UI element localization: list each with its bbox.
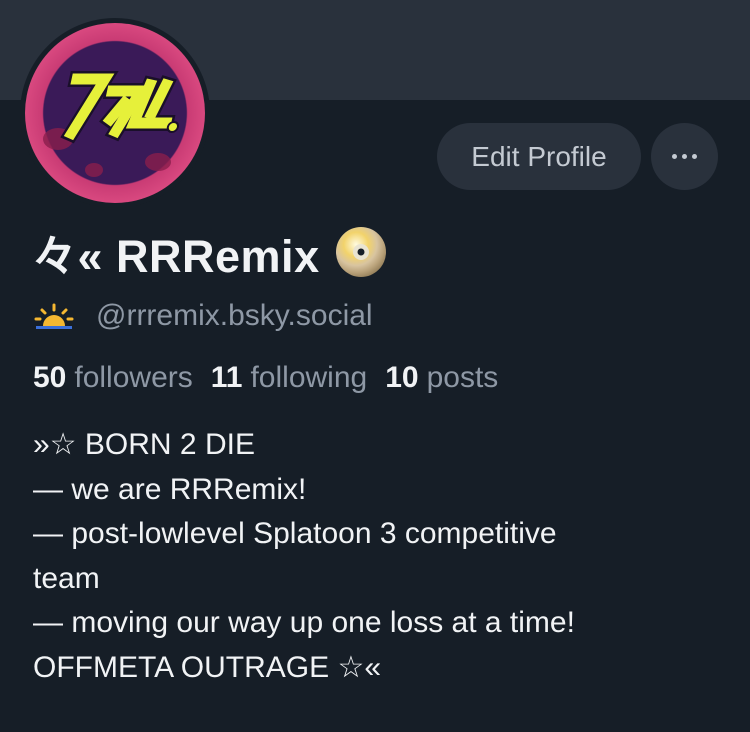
bio-line: — moving our way up one loss at a time! <box>33 606 575 640</box>
followers-label: followers <box>74 361 193 394</box>
edit-profile-button[interactable]: Edit Profile <box>437 123 641 190</box>
following-count: 11 <box>210 361 243 394</box>
ellipsis-icon <box>672 154 677 159</box>
avatar-image <box>25 23 205 203</box>
profile-bio: »☆ BORN 2 DIE — we are RRRemix! — post-l… <box>33 423 723 691</box>
bio-line: »☆ BORN 2 DIE <box>33 428 255 461</box>
following-label: following <box>250 361 368 394</box>
followers-stat[interactable]: 50 followers <box>33 361 193 395</box>
handle-row: @rrremix.bsky.social <box>34 296 373 336</box>
ellipsis-icon-dot <box>692 154 697 159</box>
sunrise-icon <box>34 303 74 329</box>
posts-count: 10 <box>385 361 419 394</box>
user-handle[interactable]: @rrremix.bsky.social <box>96 299 373 333</box>
followers-count: 50 <box>33 361 67 394</box>
bio-line: — we are RRRemix! <box>33 472 307 506</box>
posts-label: posts <box>426 361 499 394</box>
ellipsis-icon-dot <box>682 154 687 159</box>
display-name: 々« RRRemix <box>32 230 320 282</box>
dvd-disc-icon <box>335 227 386 277</box>
bio-line: OFFMETA OUTRAGE ☆« <box>33 650 382 684</box>
profile-stats: 50 followers 11 following 10 posts <box>33 358 516 398</box>
display-name-row: 々« RRRemix <box>32 222 388 282</box>
bio-line: — post-lowlevel Splatoon 3 competitive <box>33 517 557 551</box>
bio-line: team <box>33 561 100 595</box>
following-stat[interactable]: 11 following <box>211 361 367 395</box>
avatar[interactable] <box>20 18 210 208</box>
posts-stat: 10 posts <box>385 361 498 395</box>
team-logo-icon <box>60 71 180 144</box>
more-options-button[interactable] <box>651 123 718 190</box>
